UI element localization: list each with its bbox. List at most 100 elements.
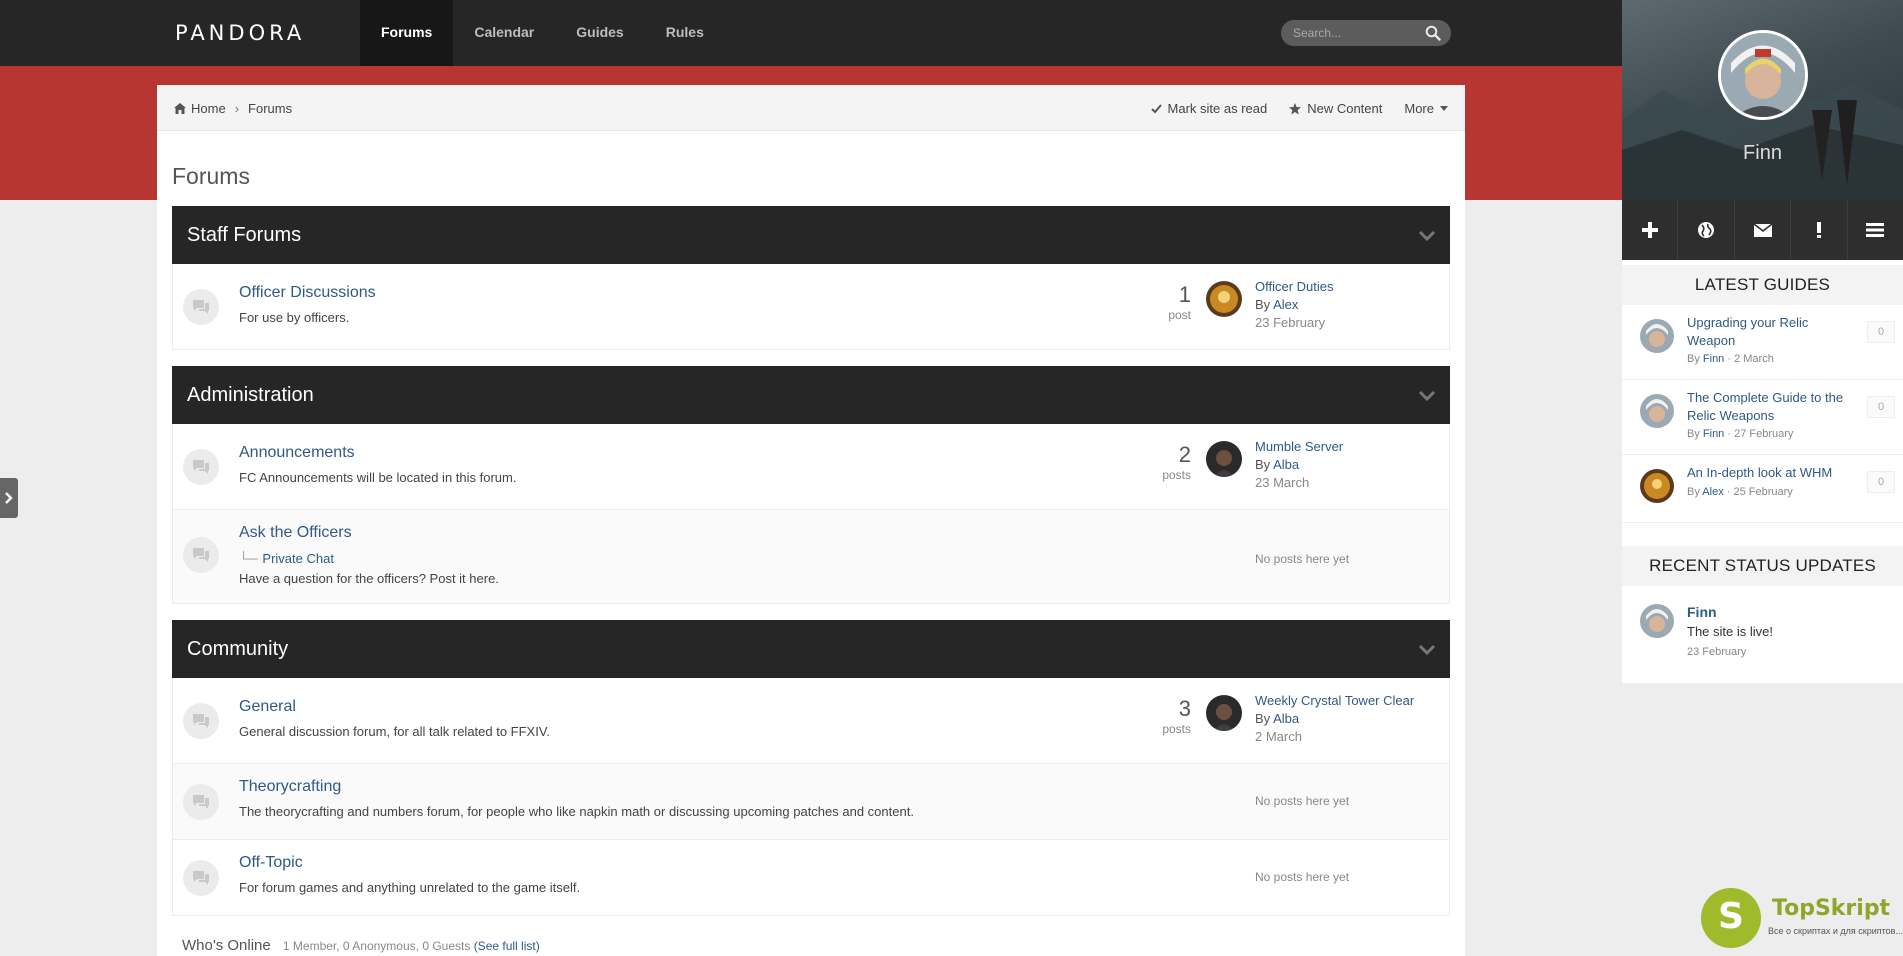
status-author[interactable]: Finn <box>1687 604 1717 620</box>
watermark-brand: TopSkript <box>1772 896 1891 921</box>
new-content-label: New Content <box>1307 101 1383 116</box>
collapse-chevron-icon[interactable] <box>1418 227 1436 245</box>
last-post-author[interactable]: Alba <box>1273 457 1299 472</box>
activity-button[interactable] <box>1678 200 1735 260</box>
status-item: Finn The site is live! 23 February <box>1622 586 1903 674</box>
globe-icon <box>1698 222 1715 238</box>
last-post-author-line: By Alba <box>1255 456 1343 474</box>
no-posts-text: No posts here yet <box>1255 870 1350 884</box>
search-input[interactable] <box>1293 24 1423 42</box>
avatar[interactable] <box>1206 281 1242 317</box>
forum-title[interactable]: Ask the Officers <box>239 524 352 542</box>
post-count-number: 2 <box>1178 442 1191 467</box>
category-header[interactable]: Administration <box>172 366 1450 424</box>
forum-title[interactable]: Theorycrafting <box>239 778 341 796</box>
guide-item: Upgrading your Relic Weapon By Finn · 2 … <box>1622 305 1903 380</box>
nav-rules[interactable]: Rules <box>645 0 725 66</box>
whos-online-title: Who's Online <box>182 937 271 954</box>
last-post-author-line: By Alex <box>1255 296 1334 314</box>
forum-chat-icon <box>183 449 219 485</box>
caret-down-icon <box>1440 106 1448 111</box>
mark-read-button[interactable]: Mark site as read <box>1150 101 1267 116</box>
guide-comment-count: 0 <box>1867 321 1895 343</box>
guide-author[interactable]: Finn <box>1703 353 1724 365</box>
chevron-right-icon <box>5 492 13 504</box>
avatar[interactable] <box>1640 394 1674 428</box>
post-count: 2 posts <box>1131 442 1191 482</box>
forum-chat-icon <box>183 537 219 573</box>
category-header[interactable]: Community <box>172 620 1450 678</box>
profile-username[interactable]: Finn <box>1622 142 1903 165</box>
whos-online: Who's Online 1 Member, 0 Anonymous, 0 Gu… <box>182 937 540 954</box>
forum-title[interactable]: Officer Discussions <box>239 284 376 302</box>
last-post-title[interactable]: Mumble Server <box>1255 438 1343 456</box>
forum-description: Have a question for the officers? Post i… <box>239 571 499 586</box>
see-full-list-link[interactable]: (See full list) <box>474 939 540 953</box>
post-count-label: posts <box>1162 468 1191 482</box>
last-post-title[interactable]: Weekly Crystal Tower Clear <box>1255 692 1414 710</box>
avatar[interactable] <box>1640 604 1674 638</box>
avatar[interactable] <box>1640 319 1674 353</box>
home-icon <box>174 103 186 114</box>
site-logo[interactable]: PANDORA <box>175 21 305 45</box>
breadcrumb-current[interactable]: Forums <box>248 101 292 116</box>
profile-action-bar <box>1622 200 1903 260</box>
guide-comment-count: 0 <box>1867 471 1895 493</box>
post-count-number: 3 <box>1178 696 1191 721</box>
more-menu-button[interactable]: More <box>1404 101 1448 116</box>
category-header[interactable]: Staff Forums <box>172 206 1450 264</box>
watermark-logo: S TopSkript Все о скриптах и для скрипто… <box>1698 888 1903 952</box>
post-count: 3 posts <box>1131 696 1191 736</box>
envelope-icon <box>1753 223 1772 237</box>
collapse-chevron-icon[interactable] <box>1418 641 1436 659</box>
guide-title[interactable]: An In-depth look at WHM <box>1687 464 1857 482</box>
forum-title[interactable]: Announcements <box>239 444 355 462</box>
category-title: Administration <box>187 384 314 406</box>
last-post-author[interactable]: Alex <box>1273 297 1298 312</box>
profile-avatar[interactable] <box>1718 30 1808 120</box>
widget-title: LATEST GUIDES <box>1622 265 1903 305</box>
create-button[interactable] <box>1622 200 1679 260</box>
last-post-title[interactable]: Officer Duties <box>1255 278 1334 296</box>
drawer-toggle-button[interactable] <box>0 478 18 518</box>
avatar[interactable] <box>1206 695 1242 731</box>
nav-calendar[interactable]: Calendar <box>453 0 555 66</box>
by-prefix: By <box>1255 457 1271 472</box>
profile-cover: Finn <box>1622 0 1903 200</box>
avatar[interactable] <box>1640 469 1674 503</box>
guide-comment-count: 0 <box>1867 396 1895 418</box>
breadcrumb-home[interactable]: Home <box>191 101 226 116</box>
more-label: More <box>1404 101 1434 116</box>
forum-title[interactable]: General <box>239 698 296 716</box>
guide-meta: By Finn · 2 March <box>1687 353 1774 365</box>
forum-description: FC Announcements will be located in this… <box>239 470 517 485</box>
guide-title[interactable]: The Complete Guide to the Relic Weapons <box>1687 389 1857 425</box>
avatar[interactable] <box>1206 441 1242 477</box>
search-icon[interactable] <box>1425 25 1441 41</box>
guide-author[interactable]: Finn <box>1703 428 1724 440</box>
guide-item: An In-depth look at WHM By Alex · 25 Feb… <box>1622 455 1903 523</box>
status-date: 23 February <box>1687 646 1747 658</box>
new-content-button[interactable]: New Content <box>1289 101 1382 116</box>
guide-date: · 27 February <box>1727 428 1794 440</box>
subforum-link[interactable]: └─ Private Chat <box>239 551 334 566</box>
notifications-button[interactable] <box>1791 200 1848 260</box>
forum-title[interactable]: Off-Topic <box>239 854 303 872</box>
messages-button[interactable] <box>1735 200 1792 260</box>
nav-guides[interactable]: Guides <box>555 0 644 66</box>
last-post-author[interactable]: Alba <box>1273 711 1299 726</box>
by-prefix: By <box>1255 711 1271 726</box>
nav-forums[interactable]: Forums <box>360 0 454 66</box>
menu-button[interactable] <box>1848 200 1903 260</box>
top-navbar: PANDORA Forums Calendar Guides Rules <box>0 0 1622 66</box>
guide-author[interactable]: Alex <box>1702 486 1723 498</box>
collapse-chevron-icon[interactable] <box>1418 387 1436 405</box>
forum-chat-icon <box>183 860 219 896</box>
forum-description: General discussion forum, for all talk r… <box>239 724 550 739</box>
exclamation-icon <box>1816 222 1821 238</box>
guide-meta: By Finn · 27 February <box>1687 428 1793 440</box>
guide-title[interactable]: Upgrading your Relic Weapon <box>1687 314 1857 350</box>
forum-description: The theorycrafting and numbers forum, fo… <box>239 804 914 819</box>
plus-icon <box>1641 222 1658 238</box>
hamburger-icon <box>1866 223 1885 237</box>
